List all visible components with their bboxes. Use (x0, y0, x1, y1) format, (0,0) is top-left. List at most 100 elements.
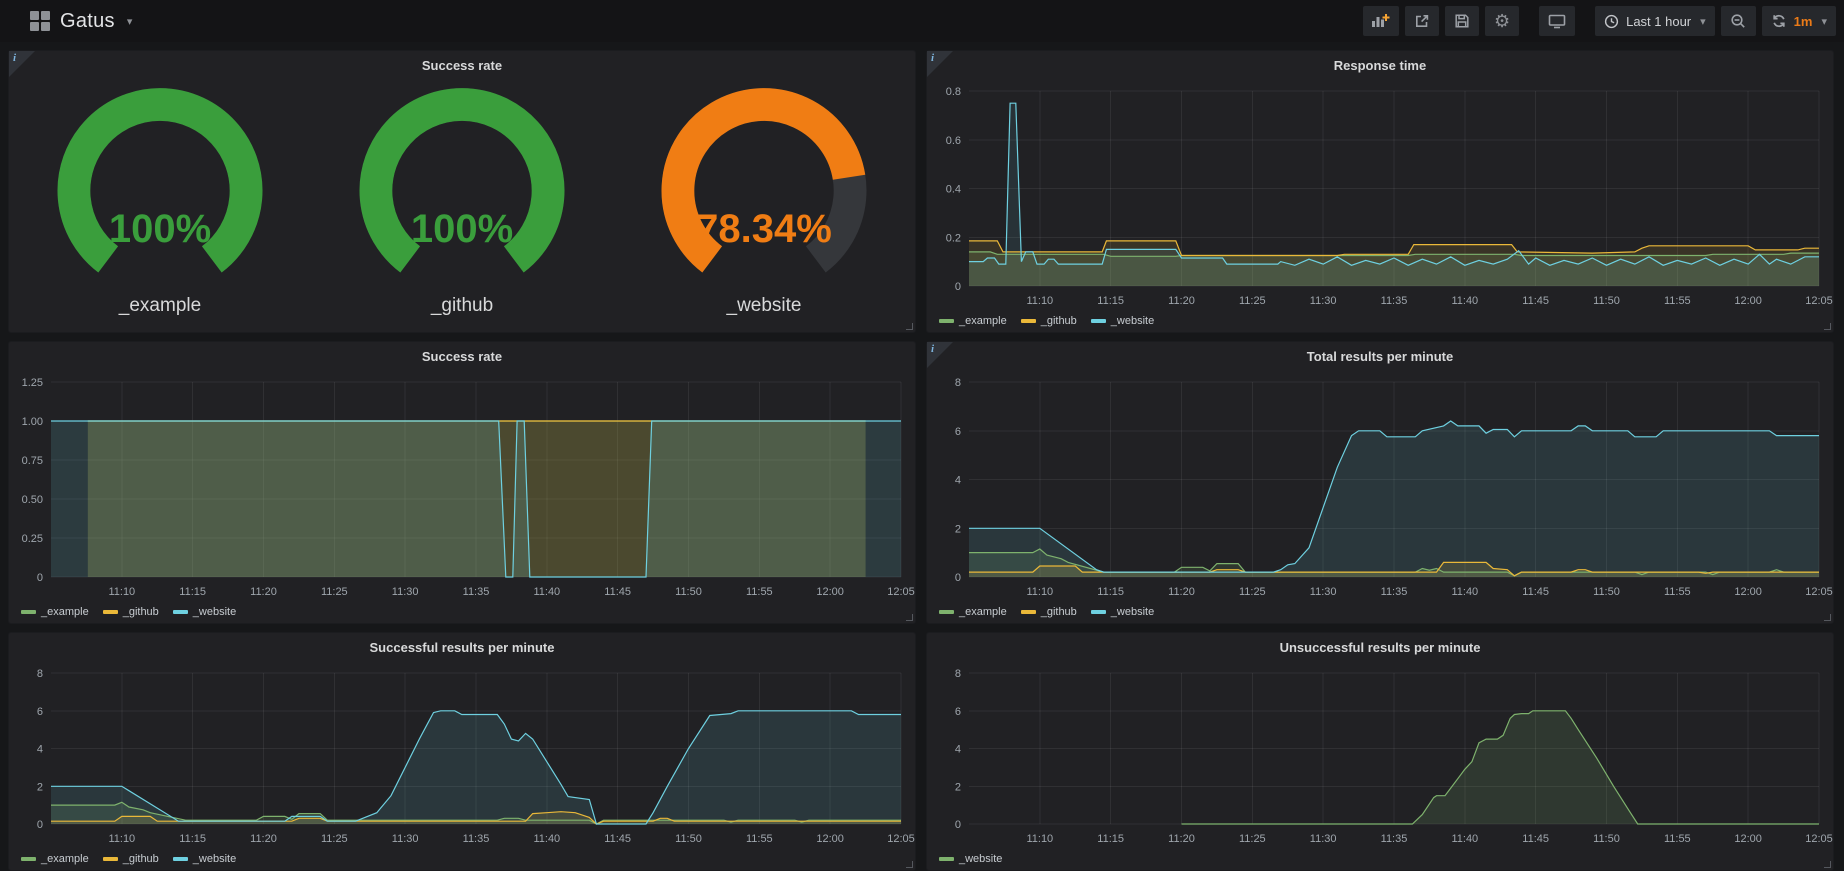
panel-info-icon[interactable]: i (927, 51, 953, 77)
legend-item-_github[interactable]: _github (1021, 315, 1077, 327)
x-axis-label: 11:15 (1097, 833, 1124, 845)
gauge-website: 78.34% _website (613, 79, 915, 332)
x-axis-label: 11:25 (1239, 295, 1266, 307)
legend-item-_github[interactable]: _github (103, 853, 159, 865)
share-button[interactable] (1405, 6, 1439, 36)
x-axis-label: 12:00 (1734, 295, 1762, 307)
y-axis-label: 4 (955, 475, 961, 487)
chart-legend: _example _github _website (939, 315, 1154, 327)
y-axis-label: 1.25 (22, 377, 43, 389)
y-axis-label: 2 (37, 781, 43, 793)
chart-success-rate[interactable]: 00.250.500.751.001.2511:1011:1511:2011:2… (9, 342, 915, 623)
series-area-_website (51, 711, 901, 824)
legend-item-_example[interactable]: _example (21, 853, 89, 865)
x-axis-label: 11:30 (392, 586, 419, 598)
x-axis-label: 11:40 (1451, 586, 1478, 598)
settings-button[interactable]: ⚙ (1485, 6, 1519, 36)
tv-mode-icon (1548, 13, 1566, 29)
x-axis-label: 11:45 (1522, 833, 1549, 845)
chart-legend: _example _github _website (21, 853, 236, 865)
legend-label: _github (123, 853, 159, 865)
legend-item-_website[interactable]: _website (1091, 315, 1154, 327)
y-axis-label: 0 (37, 819, 43, 831)
legend-item-_website[interactable]: _website (173, 853, 236, 865)
x-axis-label: 11:25 (1239, 586, 1266, 598)
zoom-out-button[interactable] (1721, 6, 1756, 36)
chart-successful-results[interactable]: 0246811:1011:1511:2011:2511:3011:3511:40… (9, 633, 915, 870)
panel-title[interactable]: Response time (927, 58, 1833, 73)
save-icon (1454, 13, 1470, 29)
app-grid-icon[interactable] (30, 11, 50, 31)
refresh-picker[interactable]: 1m ▾ (1762, 6, 1836, 36)
x-axis-label: 11:35 (1381, 586, 1408, 598)
legend-swatch (173, 857, 188, 861)
x-axis-label: 11:55 (1664, 586, 1691, 598)
legend-label: _example (41, 853, 89, 865)
x-axis-label: 11:30 (392, 833, 419, 845)
x-axis-label: 11:35 (1381, 295, 1408, 307)
panel-title[interactable]: Unsuccessful results per minute (927, 640, 1833, 655)
legend-item-_example[interactable]: _example (21, 606, 89, 618)
legend-swatch (939, 319, 954, 323)
x-axis-label: 11:25 (321, 833, 348, 845)
legend-item-_website[interactable]: _website (939, 853, 1002, 865)
legend-label: _example (41, 606, 89, 618)
caret-down-icon[interactable]: ▾ (127, 15, 133, 28)
legend-label: _example (959, 606, 1007, 618)
panel-info-icon[interactable]: i (927, 342, 953, 368)
panel-info-icon[interactable]: i (9, 51, 35, 77)
x-axis-label: 11:55 (746, 833, 773, 845)
x-axis-label: 11:10 (1026, 586, 1053, 598)
x-axis-label: 11:40 (1451, 833, 1478, 845)
caret-down-icon: ▾ (1821, 15, 1827, 28)
x-axis-label: 11:50 (1593, 586, 1620, 598)
y-axis-label: 0 (955, 572, 961, 584)
legend-item-_github[interactable]: _github (1021, 606, 1077, 618)
legend-label: _example (959, 315, 1007, 327)
add-panel-button[interactable] (1363, 6, 1399, 36)
legend-swatch (939, 857, 954, 861)
x-axis-label: 11:50 (675, 586, 702, 598)
legend-item-_website[interactable]: _website (1091, 606, 1154, 618)
panel-title[interactable]: Total results per minute (927, 349, 1833, 364)
x-axis-label: 11:15 (179, 833, 206, 845)
x-axis-label: 11:45 (604, 586, 631, 598)
legend-label: _github (123, 606, 159, 618)
y-axis-label: 6 (955, 426, 961, 438)
y-axis-label: 0 (955, 819, 961, 831)
panel-title[interactable]: Success rate (9, 349, 915, 364)
y-axis-label: 0.6 (946, 135, 961, 147)
settings-gear-icon: ⚙ (1494, 12, 1510, 30)
dashboard-title[interactable]: Gatus (60, 10, 115, 33)
navbar: Gatus ▾ ⚙ (0, 0, 1844, 42)
legend-item-_github[interactable]: _github (103, 606, 159, 618)
legend-item-_website[interactable]: _website (173, 606, 236, 618)
x-axis-label: 11:25 (1239, 833, 1266, 845)
panel-successful-results: Successful results per minute 0246811:10… (8, 632, 916, 871)
x-axis-label: 11:50 (675, 833, 702, 845)
x-axis-label: 11:35 (1381, 833, 1408, 845)
tv-mode-button[interactable] (1539, 6, 1575, 36)
legend-item-_example[interactable]: _example (939, 606, 1007, 618)
save-button[interactable] (1445, 6, 1479, 36)
x-axis-label: 11:20 (1168, 586, 1195, 598)
y-axis-label: 0.25 (22, 533, 43, 545)
x-axis-label: 11:10 (108, 833, 135, 845)
x-axis-label: 11:25 (321, 586, 348, 598)
legend-item-_example[interactable]: _example (939, 315, 1007, 327)
chart-unsuccessful-results[interactable]: 0246811:1011:1511:2011:2511:3011:3511:40… (927, 633, 1833, 870)
panel-title[interactable]: Successful results per minute (9, 640, 915, 655)
y-axis-label: 0.8 (946, 86, 961, 98)
chart-response-time[interactable]: 00.20.40.60.811:1011:1511:2011:2511:3011… (927, 51, 1833, 332)
gauge-arc (311, 83, 613, 288)
y-axis-label: 2 (955, 781, 961, 793)
legend-swatch (1091, 319, 1106, 323)
chart-total-results[interactable]: 0246811:1011:1511:2011:2511:3011:3511:40… (927, 342, 1833, 623)
legend-swatch (21, 857, 36, 861)
x-axis-label: 12:05 (1805, 833, 1833, 845)
y-axis-label: 8 (37, 668, 43, 680)
time-range-picker[interactable]: Last 1 hour ▾ (1595, 6, 1715, 36)
panel-title[interactable]: Success rate (9, 58, 915, 73)
x-axis-label: 11:45 (1522, 295, 1549, 307)
caret-down-icon: ▾ (1700, 15, 1706, 28)
